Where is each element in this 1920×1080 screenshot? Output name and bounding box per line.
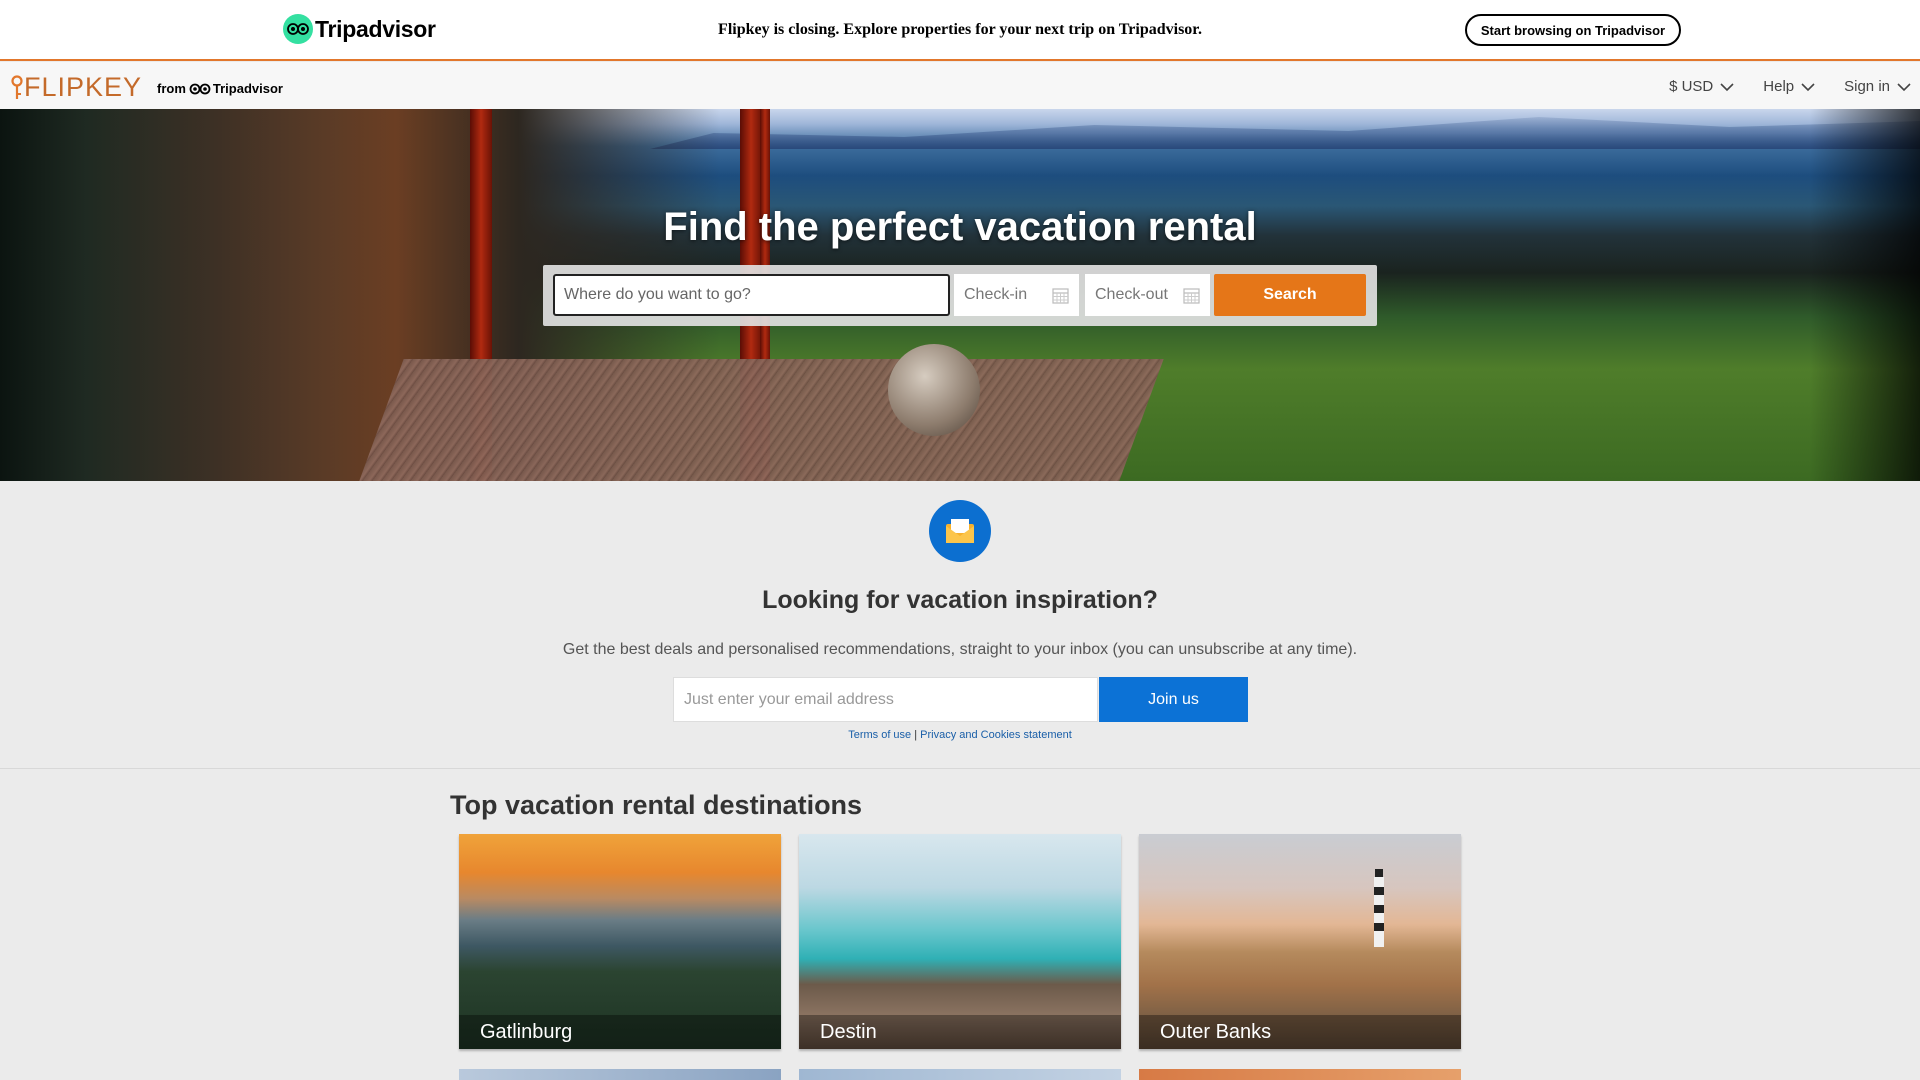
help-menu[interactable]: Help bbox=[1763, 78, 1816, 95]
privacy-link[interactable]: Privacy and Cookies statement bbox=[920, 729, 1072, 741]
from-label: from bbox=[157, 81, 186, 96]
chevron-down-icon bbox=[1720, 82, 1734, 91]
destination-card-row2[interactable] bbox=[799, 1069, 1121, 1080]
newsletter-section: Looking for vacation inspiration? Get th… bbox=[0, 481, 1920, 769]
calendar-icon bbox=[1052, 287, 1069, 304]
flipkey-logo[interactable]: FLIPKEY bbox=[10, 72, 142, 103]
newsletter-subtitle: Get the best deals and personalised reco… bbox=[562, 641, 1358, 658]
search-box: Check-in Check-out Search bbox=[543, 265, 1377, 326]
from-brand: Tripadvisor bbox=[212, 81, 283, 96]
destination-card-destin[interactable]: Destin bbox=[799, 834, 1121, 1049]
mail-icon bbox=[929, 500, 991, 562]
calendar-icon bbox=[1183, 287, 1200, 304]
sign-in-menu[interactable]: Sign in bbox=[1844, 78, 1912, 95]
hero-mountains bbox=[650, 117, 1920, 149]
sign-in-label: Sign in bbox=[1844, 78, 1890, 95]
currency-label: $ USD bbox=[1669, 78, 1714, 95]
terms-link[interactable]: Terms of use bbox=[848, 729, 911, 741]
nav-menu: $ USD Help Sign in bbox=[1669, 78, 1920, 95]
lighthouse-icon bbox=[1374, 869, 1384, 947]
flipkey-nav: FLIPKEY from Tripadvisor $ USD Help Sign… bbox=[0, 62, 1920, 109]
tripadvisor-banner: Tripadvisor Flipkey is closing. Explore … bbox=[0, 0, 1920, 61]
hero-sculpture bbox=[888, 344, 980, 436]
links-separator: | bbox=[914, 729, 918, 741]
currency-menu[interactable]: $ USD bbox=[1669, 78, 1735, 95]
check-in-field[interactable]: Check-in bbox=[954, 274, 1079, 316]
flipkey-key-icon bbox=[11, 74, 23, 99]
chevron-down-icon bbox=[1897, 82, 1911, 91]
destination-card-row2[interactable] bbox=[459, 1069, 781, 1080]
newsletter-title: Looking for vacation inspiration? bbox=[762, 586, 1158, 614]
from-tripadvisor: from Tripadvisor bbox=[157, 81, 283, 96]
hero-vignette bbox=[1810, 109, 1920, 481]
hero-title: Find the perfect vacation rental bbox=[663, 205, 1257, 249]
check-out-field[interactable]: Check-out bbox=[1085, 274, 1210, 316]
check-in-label: Check-in bbox=[964, 286, 1028, 303]
start-browsing-button[interactable]: Start browsing on Tripadvisor bbox=[1465, 14, 1681, 46]
join-us-button[interactable]: Join us bbox=[1099, 677, 1248, 722]
destination-card-row2[interactable] bbox=[1139, 1069, 1461, 1080]
help-label: Help bbox=[1763, 78, 1795, 95]
search-button[interactable]: Search bbox=[1214, 274, 1366, 316]
destination-label: Destin bbox=[799, 1015, 1121, 1049]
check-out-label: Check-out bbox=[1095, 286, 1168, 303]
hero-section: Find the perfect vacation rental Check-i… bbox=[0, 109, 1920, 481]
flipkey-logo-text: FLIPKEY bbox=[24, 72, 143, 102]
newsletter-links: Terms of use | Privacy and Cookies state… bbox=[0, 729, 1920, 741]
chevron-down-icon bbox=[1801, 82, 1815, 91]
tripadvisor-small-owl-icon bbox=[189, 83, 211, 94]
destination-input[interactable] bbox=[553, 274, 950, 316]
destination-label: Outer Banks bbox=[1139, 1015, 1461, 1049]
hero-deck bbox=[356, 359, 1164, 481]
destination-card-outer-banks[interactable]: Outer Banks bbox=[1139, 834, 1461, 1049]
email-input[interactable] bbox=[673, 677, 1098, 722]
destination-label: Gatlinburg bbox=[459, 1015, 781, 1049]
destination-card-gatlinburg[interactable]: Gatlinburg bbox=[459, 834, 781, 1049]
destinations-title: Top vacation rental destinations bbox=[450, 790, 863, 820]
